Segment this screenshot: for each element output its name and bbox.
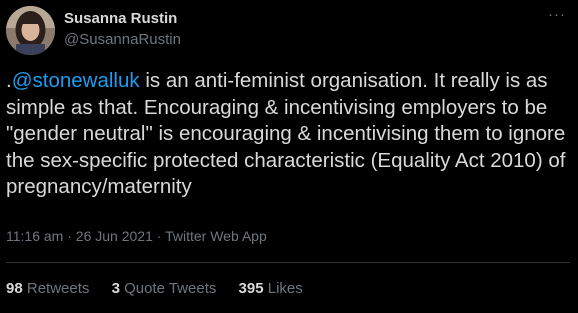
retweets-label: Retweets: [26, 280, 90, 297]
retweets-count: 98: [6, 280, 23, 297]
more-options-icon[interactable]: ···: [548, 6, 566, 23]
tweet-meta: 11:16 am · 26 Jun 2021 · Twitter Web App: [6, 228, 267, 244]
likes-count: 395: [238, 280, 264, 297]
tweet-source[interactable]: Twitter Web App: [165, 228, 267, 244]
divider: [6, 262, 570, 263]
author-handle[interactable]: @SusannaRustin: [64, 31, 181, 48]
quote-tweets-stat[interactable]: 3 Quote Tweets: [112, 280, 217, 297]
tweet-text: .@stonewalluk is an anti-feminist organi…: [6, 68, 568, 201]
mention-link[interactable]: @stonewalluk: [12, 69, 140, 92]
meta-separator: ·: [152, 228, 166, 244]
retweets-stat[interactable]: 98 Retweets: [6, 280, 89, 297]
tweet-date[interactable]: 26 Jun 2021: [76, 228, 153, 244]
author-name[interactable]: Susanna Rustin: [64, 10, 177, 27]
meta-separator: ·: [63, 228, 76, 244]
tweet-time[interactable]: 11:16 am: [6, 228, 63, 244]
likes-label: Likes: [267, 280, 303, 297]
tweet-stats: 98 Retweets 3 Quote Tweets 395 Likes: [6, 280, 321, 297]
tweet-card: Susanna Rustin @SusannaRustin ··· .@ston…: [0, 0, 578, 313]
profile-photo-icon: [6, 6, 55, 55]
avatar[interactable]: [6, 6, 55, 55]
quote-tweets-count: 3: [111, 280, 120, 297]
likes-stat[interactable]: 395 Likes: [239, 280, 303, 297]
quote-tweets-label: Quote Tweets: [124, 280, 217, 297]
